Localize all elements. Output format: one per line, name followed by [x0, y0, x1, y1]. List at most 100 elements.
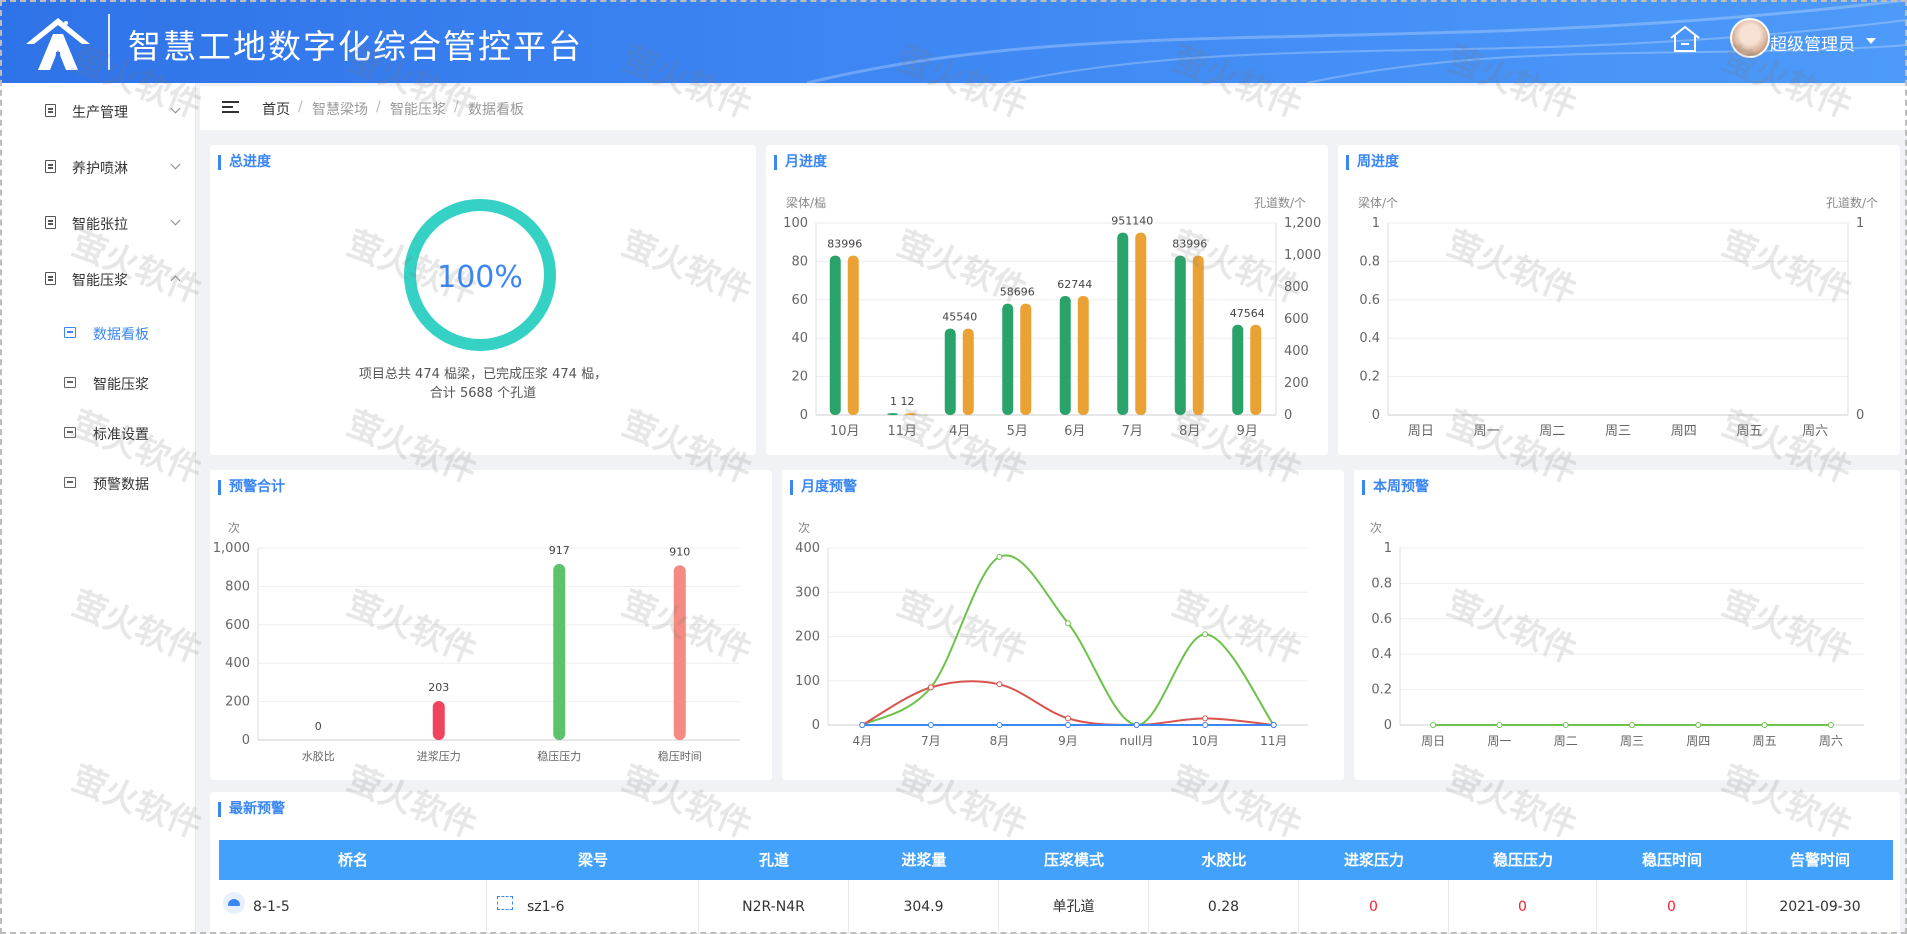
chevron-down-icon	[170, 215, 181, 226]
table-row[interactable]: 8-1-5 sz1-6 N2R-N4R 304.9 单孔道 0.28 0 0 0…	[219, 880, 1893, 934]
sidebar-item-curing-spray[interactable]: 养护喷淋	[0, 147, 196, 187]
breadcrumb-home[interactable]: 首页	[262, 99, 290, 119]
y-axis-label: 次	[798, 521, 810, 535]
x-tick-label: 周三	[1620, 734, 1644, 748]
beam-icon	[497, 896, 513, 910]
x-tick-label: 10月	[1192, 734, 1219, 748]
column-header[interactable]: 进浆压力	[1299, 840, 1449, 880]
column-header[interactable]: 孔道	[699, 840, 849, 880]
line-point	[1761, 722, 1768, 728]
x-tick-label: 周三	[1605, 424, 1631, 439]
sidebar-item-label: 养护喷淋	[72, 161, 128, 177]
x-tick-label: 进浆压力	[417, 749, 461, 763]
column-header[interactable]: 桥名	[219, 840, 487, 880]
bar-series-1	[1174, 255, 1186, 415]
sidebar-sub-item-grouting[interactable]: 智能压浆	[0, 363, 196, 403]
x-tick-label: 周四	[1671, 424, 1697, 439]
road-logo-icon[interactable]	[22, 14, 94, 72]
cell-alarm-time: 2021-09-30	[1779, 899, 1861, 915]
line-point	[1065, 722, 1071, 728]
column-header[interactable]: 稳压时间	[1597, 840, 1747, 880]
cell-bridge: 8-1-5	[219, 880, 487, 934]
breadcrumb-grouting[interactable]: 智能压浆	[390, 99, 446, 119]
cell-ratio: 0.28	[1149, 880, 1299, 934]
bar-data-label: 951140	[1111, 215, 1153, 228]
calendar-icon	[64, 327, 76, 338]
x-tick-label: 10月	[830, 424, 860, 439]
line-point	[927, 722, 934, 728]
bar-series-2	[847, 255, 859, 415]
collapse-menu-icon[interactable]	[222, 101, 239, 114]
line-point	[1202, 722, 1209, 728]
x-tick-label: 稳压压力	[537, 749, 581, 763]
sidebar-sub-item-dashboard[interactable]: 数据看板	[0, 313, 196, 353]
alarm-bar-label: 0	[315, 720, 322, 733]
y-tick-label: 100	[783, 216, 808, 231]
avatar[interactable]	[1730, 18, 1770, 58]
line-point	[996, 722, 1003, 728]
sidebar-sub-item-standard-settings[interactable]: 标准设置	[0, 413, 196, 453]
y-tick-label: 200	[795, 630, 820, 645]
column-header[interactable]: 进浆量	[849, 840, 999, 880]
calendar-icon	[64, 477, 76, 488]
alarm-bar	[432, 701, 445, 740]
sidebar-item-grouting[interactable]: 智能压浆	[0, 259, 196, 299]
y-right-tick-label: 600	[1284, 312, 1309, 327]
progress-summary-line1: 项目总共 474 榀梁，已完成压浆 474 榀，	[358, 367, 608, 382]
column-header[interactable]: 告警时间	[1747, 840, 1893, 880]
x-tick-label: 7月	[1122, 424, 1143, 439]
weekly-alarm-card: 本周预警 0 0.2 0.4 0.6 0.8 1 次周日 周一 周二 周三 周四 周五 周六	[1354, 470, 1900, 780]
cell-in-pressure: 0	[1299, 880, 1449, 934]
top-header: 智慧工地数字化综合管控平台 超级管理员	[0, 0, 1907, 83]
column-header[interactable]: 稳压压力	[1449, 840, 1597, 880]
cell-volume: 304.9	[849, 880, 999, 934]
bar-data-label: 83996	[1172, 238, 1207, 251]
column-header[interactable]: 水胶比	[1149, 840, 1299, 880]
x-tick-label: 11月	[1260, 734, 1287, 748]
x-tick-label: 7月	[921, 734, 941, 748]
table-header: 桥名 梁号 孔道 进浆量 压浆模式 水胶比 进浆压力 稳压压力 稳压时间 告警时…	[219, 840, 1893, 880]
y-tick-label: 100	[795, 674, 820, 689]
y-tick-label: 20	[791, 370, 808, 385]
alarm-bar-label: 917	[549, 544, 570, 557]
document-icon	[45, 216, 56, 229]
sidebar-item-tensioning[interactable]: 智能张拉	[0, 203, 196, 243]
sidebar-sub-item-alarm-data[interactable]: 预警数据	[0, 463, 196, 503]
alarm-bar	[553, 563, 566, 740]
x-tick-label: 周日	[1408, 424, 1434, 439]
user-name[interactable]: 超级管理员	[1770, 30, 1855, 55]
y-tick-label: 0	[800, 408, 808, 423]
sidebar-item-label: 智能压浆	[72, 273, 128, 289]
y-tick-label: 0	[1372, 408, 1380, 423]
progress-summary-line2: 合计 5688 个孔道	[429, 386, 537, 401]
bar-series-1	[1059, 295, 1071, 415]
logo-divider	[108, 14, 110, 70]
y-right-tick-label: 1,200	[1284, 216, 1321, 231]
x-tick-label: 6月	[1064, 424, 1085, 439]
alarm-total-chart: 0 200 400 600 800 1,000 次水胶比 进浆压力 稳压压力 稳压时间 0 203 91…	[213, 521, 740, 763]
sidebar-item-label: 智能张拉	[72, 217, 128, 233]
y-right-tick-label: 200	[1284, 376, 1309, 391]
line-point	[1827, 722, 1834, 728]
y-right-tick-label: 400	[1284, 344, 1309, 359]
sidebar-item-production[interactable]: 生产管理	[0, 91, 196, 131]
x-tick-label: 周四	[1686, 734, 1710, 748]
x-tick-label: 周二	[1539, 424, 1565, 439]
line-point	[1202, 715, 1209, 722]
app-title: 智慧工地数字化综合管控平台	[128, 27, 583, 66]
breadcrumb-smart-yard[interactable]: 智慧梁场	[312, 99, 368, 119]
card-title: 总进度	[218, 155, 271, 170]
y-axis-label: 梁体/榀	[786, 195, 826, 210]
y-tick-label: 0.4	[1359, 331, 1380, 346]
user-dropdown-icon[interactable]	[1866, 38, 1876, 44]
column-header[interactable]: 压浆模式	[999, 840, 1149, 880]
house-icon[interactable]	[1668, 24, 1702, 54]
document-icon	[45, 272, 56, 285]
line-point	[1562, 722, 1569, 728]
document-icon	[45, 104, 56, 117]
column-header[interactable]: 梁号	[487, 840, 699, 880]
y-right-tick-label: 1,000	[1284, 248, 1321, 263]
line-point	[1065, 715, 1071, 722]
line-series-1	[861, 554, 1275, 727]
y-tick-label: 1,000	[213, 541, 250, 556]
